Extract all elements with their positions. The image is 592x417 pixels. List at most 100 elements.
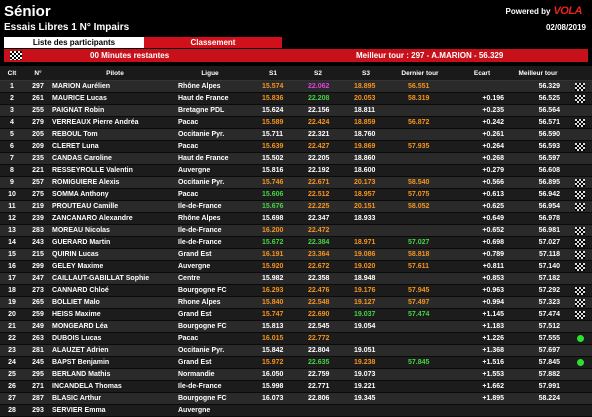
row-best-lap: 56.895 <box>538 178 560 186</box>
row-s3: 19.345 <box>354 394 376 402</box>
row-pilot: MOREAU Nicolas <box>52 226 110 234</box>
row-last-lap: 58.319 <box>408 94 430 102</box>
row-gap: +0.613 <box>482 190 504 198</box>
row-last-lap: 57.075 <box>408 190 430 198</box>
row-num: 247 <box>32 274 44 282</box>
row-gap: +0.811 <box>482 262 504 270</box>
row-gap: +1.368 <box>482 346 504 354</box>
row-s1: 15.606 <box>262 190 284 198</box>
row-pos: 14 <box>8 238 16 246</box>
row-pos: 4 <box>10 118 14 126</box>
row-best-lap: 57.882 <box>538 370 560 378</box>
row-gap: +0.789 <box>482 250 504 258</box>
row-gap: +0.264 <box>482 142 504 150</box>
row-pos: 27 <box>8 394 16 402</box>
row-best-lap: 56.564 <box>538 106 560 114</box>
best-lap-info: Meilleur tour : 297 - A.MARION - 56.329 <box>356 51 504 60</box>
table-row: 26 271 INCANDELA Thomas Ile-de-France 15.998… <box>0 381 592 393</box>
table-row: 10 275 SOMMA Anthony Pacac 15.606 22.512 18.95… <box>0 189 592 201</box>
row-pos: 18 <box>8 286 16 294</box>
row-s3: 18.860 <box>354 154 376 162</box>
vola-logo: VOLA <box>553 5 582 17</box>
row-s1: 15.920 <box>262 262 284 270</box>
table-row: 4 279 VERREAUX Pierre Andréa Pacac 15.589 22.… <box>0 117 592 129</box>
row-num: 259 <box>32 310 44 318</box>
row-pilot: GELEY Maxime <box>52 262 104 270</box>
row-num: 219 <box>32 202 44 210</box>
checkered-flag-icon <box>575 94 585 103</box>
row-s1: 15.747 <box>262 310 284 318</box>
checkered-flag-icon <box>575 310 585 319</box>
row-pilot: SOMMA Anthony <box>52 190 109 198</box>
row-s1: 16.200 <box>262 226 284 234</box>
row-league: Occitanie Pyr. <box>178 130 225 138</box>
remaining-time: 00 Minutes restantes <box>90 51 170 60</box>
row-s3: 19.176 <box>354 286 376 294</box>
row-num: 273 <box>32 286 44 294</box>
table-row: 5 205 REBOUL Tom Occitanie Pyr. 15.711 22.321… <box>0 129 592 141</box>
row-s2: 22.548 <box>308 298 330 306</box>
row-s3: 20.053 <box>354 94 376 102</box>
row-gap: +0.196 <box>482 94 504 102</box>
row-s2: 22.192 <box>308 166 330 174</box>
row-s3: 18.933 <box>354 214 376 222</box>
tab-participants[interactable]: Liste des participants <box>4 37 144 48</box>
row-gap: +1.895 <box>482 394 504 402</box>
row-gap: +0.242 <box>482 118 504 126</box>
row-last-lap: 56.551 <box>408 82 430 90</box>
row-s2: 22.427 <box>308 142 330 150</box>
row-gap: +0.235 <box>482 106 504 114</box>
row-s3: 18.957 <box>354 190 376 198</box>
row-s2: 22.512 <box>308 190 330 198</box>
row-s3: 19.238 <box>354 358 376 366</box>
row-best-lap: 56.954 <box>538 202 560 210</box>
powered-by: Powered by VOLA <box>506 5 583 17</box>
row-s2: 22.690 <box>308 310 330 318</box>
in-pit-indicator-icon <box>577 335 584 342</box>
table-header: Clt N° Pilote Ligue S1 S2 S3 Dernier tou… <box>0 66 592 81</box>
table-row: 8 221 RESSEYROLLE Valentin Auvergne 15.816 22… <box>0 165 592 177</box>
row-best-lap: 57.991 <box>538 382 560 390</box>
table-row: 24 245 BAPST Benjamin Grand Est 15.972 22.635… <box>0 357 592 369</box>
row-league: Grand Est <box>178 358 212 366</box>
row-last-lap: 57.474 <box>408 310 430 318</box>
row-s2: 22.347 <box>308 214 330 222</box>
checkered-flag-icon <box>10 51 22 60</box>
checkered-flag-icon <box>575 250 585 259</box>
col-league: Ligue <box>201 70 219 77</box>
row-num: 295 <box>32 370 44 378</box>
row-s1: 16.015 <box>262 334 284 342</box>
tab-classement[interactable]: Classement <box>144 37 282 48</box>
row-pilot: HEISS Maxime <box>52 310 101 318</box>
results-table: 1 297 MARION Aurélien Rhône Alpes 15.574 22.0… <box>0 81 592 417</box>
row-s1: 15.589 <box>262 118 284 126</box>
row-gap: +0.279 <box>482 166 504 174</box>
row-s2: 22.804 <box>308 346 330 354</box>
checkered-flag-icon <box>575 82 585 91</box>
col-pos: Clt <box>7 70 17 77</box>
col-num: N° <box>34 70 42 77</box>
row-pos: 3 <box>10 106 14 114</box>
row-s3: 20.173 <box>354 178 376 186</box>
table-row: 11 219 PROUTEAU Camille Ile-de-France 15.676… <box>0 201 592 213</box>
row-pos: 5 <box>10 130 14 138</box>
row-num: 265 <box>32 298 44 306</box>
row-num: 275 <box>32 190 44 198</box>
row-pilot: CANDAS Caroline <box>52 154 112 162</box>
row-num: 215 <box>32 250 44 258</box>
row-s1: 15.840 <box>262 298 284 306</box>
col-best-lap: Meilleur tour <box>518 70 558 77</box>
row-pilot: SERVIER Emma <box>52 406 106 414</box>
page-header: Sénior Essais Libres 1 N° Impairs Powere… <box>0 0 592 36</box>
row-s3: 19.869 <box>354 142 376 150</box>
row-league: Auvergne <box>178 166 211 174</box>
row-s2: 22.472 <box>308 226 330 234</box>
row-pos: 16 <box>8 262 16 270</box>
row-s1: 15.816 <box>262 166 284 174</box>
row-s1: 15.711 <box>262 130 284 138</box>
row-pilot: BAPST Benjamin <box>52 358 110 366</box>
table-row: 20 259 HEISS Maxime Grand Est 15.747 22.690 19… <box>0 309 592 321</box>
session-date: 02/08/2019 <box>545 23 586 32</box>
row-best-lap: 58.224 <box>538 394 560 402</box>
table-row: 25 295 BERLAND Mathis Normandie 16.050 22.759… <box>0 369 592 381</box>
